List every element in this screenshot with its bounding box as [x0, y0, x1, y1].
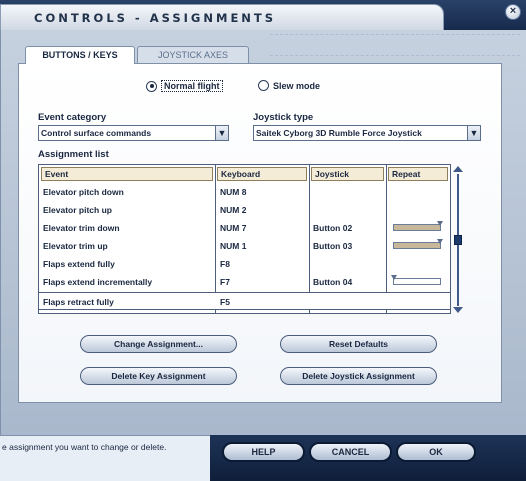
column-header-event[interactable]: Event — [41, 167, 213, 181]
event-category-value: Control surface commands — [41, 128, 152, 138]
tab-buttons-keys[interactable]: BUTTONS / KEYS — [25, 46, 135, 64]
event-cell: Elevator pitch up — [43, 205, 112, 215]
tab-joystick-axes[interactable]: JOYSTICK AXES — [137, 46, 249, 63]
event-cell: Elevator trim up — [43, 241, 108, 251]
change-assignment-button[interactable]: Change Assignment... — [80, 335, 237, 353]
ok-button[interactable]: OK — [396, 442, 476, 462]
column-header-joystick[interactable]: Joystick — [311, 167, 384, 181]
reset-defaults-button[interactable]: Reset Defaults — [280, 335, 437, 353]
event-cell: Flaps extend incrementally — [43, 277, 153, 287]
joystick-cell: Button 03 — [313, 241, 353, 251]
table-row-selected[interactable]: Flaps retract fully F5 — [39, 292, 450, 310]
keyboard-cell: NUM 8 — [220, 187, 247, 197]
table-row[interactable]: Elevator trim down NUM 7 Button 02 — [39, 219, 450, 237]
scroll-down-arrow-icon[interactable] — [453, 307, 463, 313]
table-row[interactable]: Elevator pitch up NUM 2 — [39, 201, 450, 219]
assignment-list-label: Assignment list — [38, 149, 109, 160]
normal-flight-radio[interactable]: Normal flight — [146, 80, 223, 92]
joystick-type-select[interactable]: Saitek Cyborg 3D Rumble Force Joystick ▼ — [253, 125, 481, 141]
table-row[interactable]: Elevator pitch down NUM 8 — [39, 183, 450, 201]
delete-joystick-assignment-button[interactable]: Delete Joystick Assignment — [280, 367, 437, 385]
keyboard-cell: NUM 7 — [220, 223, 247, 233]
column-header-repeat[interactable]: Repeat — [388, 167, 448, 181]
table-row[interactable]: Elevator trim up NUM 1 Button 03 — [39, 237, 450, 255]
repeat-slider[interactable] — [393, 239, 443, 249]
repeat-slider[interactable] — [393, 221, 443, 231]
slew-mode-label: Slew mode — [273, 80, 321, 91]
keyboard-cell: F7 — [220, 277, 230, 287]
scroll-thumb[interactable] — [454, 235, 462, 245]
slew-mode-radio[interactable]: Slew mode — [258, 80, 320, 91]
keyboard-cell: F5 — [220, 297, 230, 307]
scroll-up-arrow-icon[interactable] — [453, 166, 463, 172]
joystick-cell: Button 02 — [313, 223, 353, 233]
table-row[interactable]: Flaps extend fully F8 — [39, 255, 450, 273]
event-category-select[interactable]: Control surface commands ▼ — [38, 125, 229, 141]
radio-checked-icon — [146, 80, 157, 92]
keyboard-cell: NUM 1 — [220, 241, 247, 251]
dropdown-arrow-icon[interactable]: ▼ — [215, 126, 228, 140]
joystick-type-label: Joystick type — [253, 112, 314, 123]
event-category-label: Event category — [38, 112, 107, 123]
repeat-slider[interactable] — [391, 275, 441, 285]
event-cell: Elevator trim down — [43, 223, 120, 233]
event-cell: Flaps retract fully — [43, 297, 114, 307]
dropdown-arrow-icon[interactable]: ▼ — [467, 126, 480, 140]
list-scrollbar[interactable] — [452, 166, 464, 313]
help-button[interactable]: HELP — [222, 442, 305, 462]
cancel-button[interactable]: CANCEL — [309, 442, 392, 462]
delete-key-assignment-button[interactable]: Delete Key Assignment — [80, 367, 237, 385]
close-icon[interactable]: × — [505, 4, 521, 20]
joystick-cell: Button 04 — [313, 277, 353, 287]
keyboard-cell: F8 — [220, 259, 230, 269]
normal-flight-label: Normal flight — [161, 80, 223, 92]
window-title: CONTROLS - ASSIGNMENTS — [34, 11, 277, 25]
event-cell: Flaps extend fully — [43, 259, 115, 269]
keyboard-cell: NUM 2 — [220, 205, 247, 215]
assignment-table: Event Keyboard Joystick Repeat Elevator … — [38, 164, 451, 314]
table-row[interactable]: Flaps extend incrementally F7 Button 04 — [39, 273, 450, 291]
status-text: e assignment you want to change or delet… — [2, 442, 167, 452]
blueprint-decoration — [270, 34, 520, 56]
event-cell: Elevator pitch down — [43, 187, 124, 197]
column-header-keyboard[interactable]: Keyboard — [217, 167, 307, 181]
title-bar: CONTROLS - ASSIGNMENTS × — [0, 0, 526, 32]
radio-unchecked-icon — [258, 80, 269, 91]
joystick-type-value: Saitek Cyborg 3D Rumble Force Joystick — [256, 128, 422, 138]
